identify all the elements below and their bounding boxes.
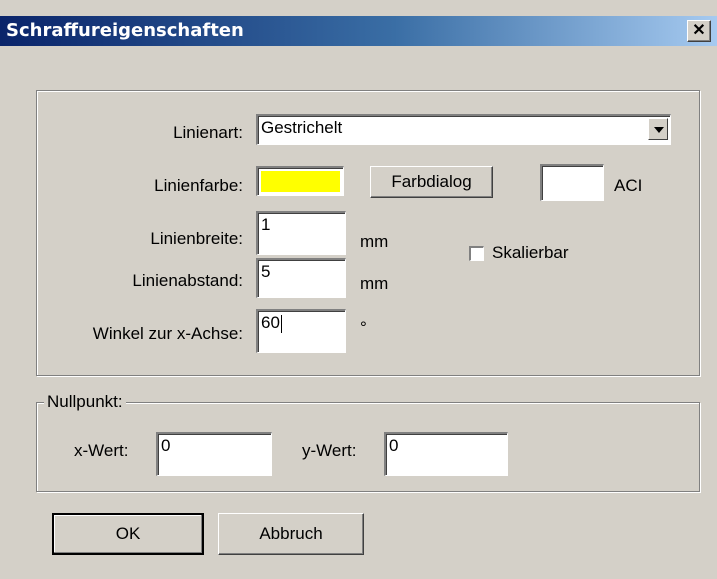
line-spacing-label: Linienabstand: (132, 271, 243, 290)
x-value-label: x-Wert: (74, 441, 129, 460)
close-icon: ✕ (692, 22, 706, 39)
x-value: 0 (161, 436, 171, 455)
origin-group (36, 402, 700, 492)
text-caret (280, 314, 282, 333)
angle-value: 60 (261, 313, 280, 332)
line-type-dropdown[interactable]: Gestrichelt (256, 114, 671, 145)
title-bar[interactable]: Schraffureigenschaften ✕ (0, 16, 717, 46)
angle-label: Winkel zur x-Achse: (92, 324, 243, 343)
line-color-label: Linienfarbe: (154, 176, 243, 195)
line-spacing-value: 5 (261, 262, 271, 281)
hatch-properties-dialog: Schraffureigenschaften ✕ Linienart: Gest… (0, 0, 717, 579)
y-value-label: y-Wert: (302, 441, 357, 460)
angle-input[interactable]: 60 (256, 309, 346, 353)
line-type-label: Linienart: (173, 123, 243, 142)
line-spacing-input[interactable]: 5 (256, 258, 346, 298)
scalable-checkbox[interactable] (469, 246, 484, 261)
y-value-input[interactable]: 0 (384, 432, 508, 476)
close-button[interactable]: ✕ (687, 20, 711, 42)
angle-unit: ° (360, 318, 367, 337)
line-width-label: Linienbreite: (150, 229, 243, 248)
cancel-button[interactable]: Abbruch (218, 513, 364, 555)
origin-legend: Nullpunkt: (44, 392, 126, 412)
ok-button[interactable]: OK (52, 513, 204, 555)
x-value-input[interactable]: 0 (156, 432, 272, 476)
color-dialog-button-label: Farbdialog (391, 172, 472, 191)
line-color-swatch[interactable] (256, 166, 344, 196)
scalable-label: Skalierbar (492, 243, 569, 262)
line-color-fill (261, 171, 340, 192)
aci-label: ACI (614, 176, 643, 195)
window-title: Schraffureigenschaften (6, 20, 244, 41)
cancel-button-label: Abbruch (259, 524, 323, 543)
chevron-down-icon[interactable] (648, 118, 668, 140)
line-type-value: Gestrichelt (261, 118, 343, 137)
color-dialog-button[interactable]: Farbdialog (370, 166, 493, 198)
line-width-unit: mm (360, 232, 389, 251)
line-width-value: 1 (261, 215, 271, 234)
y-value: 0 (389, 436, 399, 455)
aci-field[interactable] (540, 164, 604, 201)
line-width-input[interactable]: 1 (256, 211, 346, 255)
line-spacing-unit: mm (360, 274, 389, 293)
ok-button-label: OK (115, 524, 141, 543)
